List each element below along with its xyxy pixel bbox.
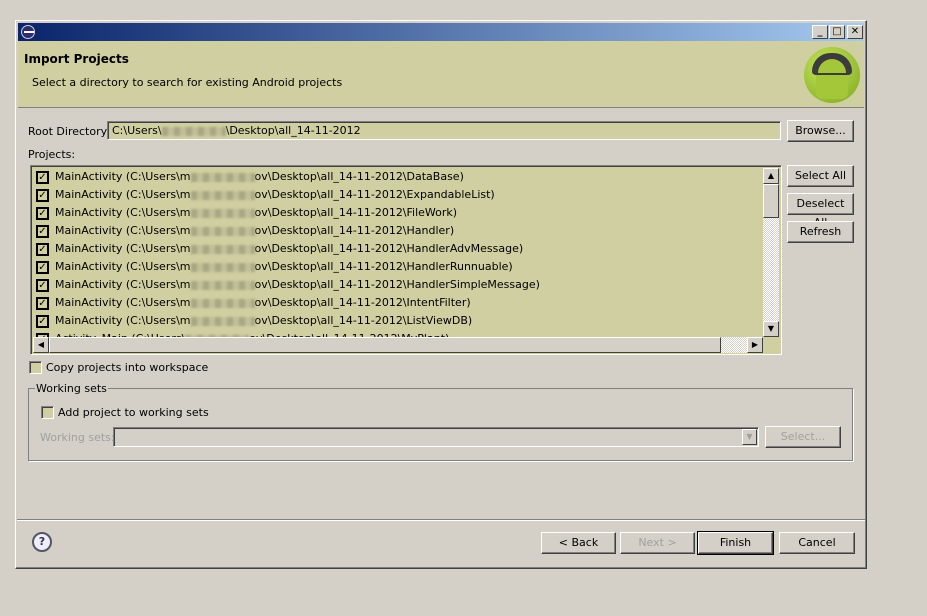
project-row[interactable]: ✓ MainActivity (C:\Users\m ov\Desktop\all_… bbox=[36, 312, 472, 330]
project-row[interactable]: ✓ MainActivity (C:\Users\m ov\Desktop\all_… bbox=[36, 168, 464, 186]
root-directory-label: Root Directory: bbox=[28, 125, 111, 138]
project-checkbox[interactable]: ✓ bbox=[36, 260, 49, 274]
project-path-suffix: ov\Desktop\all_14-11-2012\HandlerRunnuab… bbox=[254, 260, 513, 273]
project-checkbox[interactable]: ✓ bbox=[36, 296, 49, 310]
working-sets-label: Working sets: bbox=[40, 431, 115, 444]
horizontal-scrollbar[interactable]: ◀ ▶ bbox=[33, 337, 763, 353]
scroll-left-button[interactable]: ◀ bbox=[33, 337, 49, 353]
add-to-working-sets-label: Add project to working sets bbox=[58, 406, 209, 419]
minimize-button[interactable]: _ bbox=[812, 25, 828, 39]
project-path-suffix: ov\Desktop\all_14-11-2012\IntentFilter) bbox=[254, 296, 471, 309]
project-path-prefix: MainActivity (C:\Users\m bbox=[55, 296, 191, 309]
eclipse-icon bbox=[21, 25, 35, 39]
cancel-button[interactable]: Cancel bbox=[779, 532, 855, 554]
page-description: Select a directory to search for existin… bbox=[32, 76, 343, 89]
project-path-suffix: ov\Desktop\all_14-11-2012\HandlerSimpleM… bbox=[254, 278, 540, 291]
scroll-right-button[interactable]: ▶ bbox=[747, 337, 763, 353]
help-icon[interactable]: ? bbox=[32, 532, 52, 552]
deselect-all-button[interactable]: Deselect All bbox=[787, 193, 854, 229]
redacted-username bbox=[190, 298, 255, 308]
redacted-username bbox=[190, 280, 255, 290]
redacted-username bbox=[190, 172, 255, 182]
redacted-username bbox=[190, 316, 255, 326]
project-row[interactable]: ✓ MainActivity (C:\Users\m ov\Desktop\all_… bbox=[36, 240, 523, 258]
browse-button[interactable]: Browse... bbox=[787, 120, 854, 142]
chevron-down-icon[interactable]: ▼ bbox=[742, 429, 757, 445]
redacted-username bbox=[190, 226, 255, 236]
project-path-suffix: ov\Desktop\all_14-11-2012\DataBase) bbox=[254, 170, 464, 183]
project-path-prefix: MainActivity (C:\Users\m bbox=[55, 314, 191, 327]
close-button[interactable]: ✕ bbox=[847, 25, 863, 39]
title-bar: _ □ ✕ bbox=[18, 23, 864, 41]
vertical-scrollbar[interactable]: ▲ ▼ bbox=[763, 168, 779, 337]
project-checkbox[interactable]: ✓ bbox=[36, 188, 49, 202]
project-path-prefix: MainActivity (C:\Users\m bbox=[55, 260, 191, 273]
android-logo-icon bbox=[804, 47, 860, 103]
project-path-suffix: ov\Desktop\all_14-11-2012\ListViewDB) bbox=[254, 314, 473, 327]
root-path-prefix: C:\Users\ bbox=[112, 124, 162, 137]
select-working-sets-button[interactable]: Select... bbox=[765, 426, 841, 448]
copy-projects-label: Copy projects into workspace bbox=[46, 361, 209, 374]
project-row[interactable]: ✓ MainActivity (C:\Users\m ov\Desktop\all_… bbox=[36, 276, 540, 294]
project-path-suffix: ov\Desktop\all_14-11-2012\Handler) bbox=[254, 224, 455, 237]
project-row[interactable]: ✓ MainActivity (C:\Users\m ov\Desktop\all_… bbox=[36, 222, 454, 240]
redacted-username bbox=[161, 126, 226, 136]
project-row[interactable]: ✓ MainActivity (C:\Users\m ov\Desktop\all_… bbox=[36, 258, 513, 276]
project-checkbox[interactable]: ✓ bbox=[36, 224, 49, 238]
project-path-suffix: ov\Desktop\all_14-11-2012\FileWork) bbox=[254, 206, 458, 219]
project-path-prefix: MainActivity (C:\Users\m bbox=[55, 206, 191, 219]
maximize-button[interactable]: □ bbox=[829, 25, 845, 39]
project-checkbox[interactable]: ✓ bbox=[36, 242, 49, 256]
project-checkbox[interactable]: ✓ bbox=[36, 278, 49, 292]
project-checkbox[interactable]: ✓ bbox=[36, 170, 49, 184]
redacted-username bbox=[190, 262, 255, 272]
project-path-suffix: ov\Desktop\all_14-11-2012\ExpandableList… bbox=[254, 188, 495, 201]
next-button[interactable]: Next > bbox=[620, 532, 695, 554]
scroll-down-button[interactable]: ▼ bbox=[763, 321, 779, 337]
project-checkbox[interactable]: ✓ bbox=[36, 206, 49, 220]
finish-button[interactable]: Finish bbox=[697, 531, 774, 555]
redacted-username bbox=[190, 208, 255, 218]
project-path-prefix: MainActivity (C:\Users\m bbox=[55, 188, 191, 201]
working-sets-combo[interactable]: ▼ bbox=[113, 427, 759, 447]
projects-label: Projects: bbox=[28, 148, 76, 161]
scroll-thumb[interactable] bbox=[763, 184, 779, 218]
project-checkbox[interactable]: ✓ bbox=[36, 314, 49, 328]
horizontal-scroll-thumb[interactable] bbox=[49, 337, 721, 353]
add-to-working-sets-checkbox[interactable] bbox=[41, 406, 54, 419]
project-path-suffix: ov\Desktop\all_14-11-2012\HandlerAdvMess… bbox=[254, 242, 524, 255]
project-path-prefix: MainActivity (C:\Users\m bbox=[55, 170, 191, 183]
wizard-header: Import Projects Select a directory to se… bbox=[18, 41, 864, 108]
working-sets-group bbox=[28, 388, 853, 461]
projects-list[interactable]: ✓Activity_Main (C:\Users\ov\Desktop\all_… bbox=[30, 165, 782, 355]
working-sets-group-label: Working sets bbox=[35, 382, 108, 395]
redacted-username bbox=[190, 190, 255, 200]
project-row[interactable]: ✓ MainActivity (C:\Users\m ov\Desktop\all_… bbox=[36, 294, 471, 312]
back-button[interactable]: < Back bbox=[541, 532, 616, 554]
project-path-prefix: MainActivity (C:\Users\m bbox=[55, 224, 191, 237]
project-path-prefix: MainActivity (C:\Users\m bbox=[55, 278, 191, 291]
redacted-username bbox=[190, 244, 255, 254]
page-title: Import Projects bbox=[24, 52, 129, 66]
refresh-button[interactable]: Refresh bbox=[787, 221, 854, 243]
select-all-button[interactable]: Select All bbox=[787, 165, 854, 187]
project-row[interactable]: ✓ MainActivity (C:\Users\m ov\Desktop\all_… bbox=[36, 186, 495, 204]
project-path-prefix: MainActivity (C:\Users\m bbox=[55, 242, 191, 255]
copy-projects-checkbox[interactable] bbox=[29, 361, 42, 374]
root-path-suffix: \Desktop\all_14-11-2012 bbox=[225, 124, 361, 137]
footer-divider bbox=[17, 519, 865, 521]
project-row[interactable]: ✓ MainActivity (C:\Users\m ov\Desktop\all_… bbox=[36, 204, 457, 222]
scroll-up-button[interactable]: ▲ bbox=[763, 168, 779, 184]
root-directory-input[interactable]: C:\Users\ \Desktop\all_14-11-2012 bbox=[107, 121, 781, 140]
